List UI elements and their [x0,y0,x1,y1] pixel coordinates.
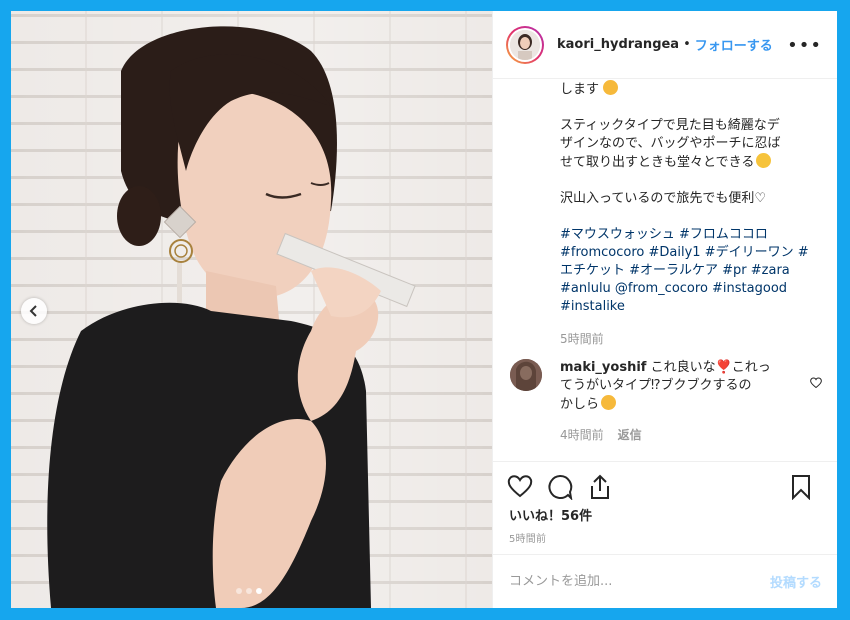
chevron-left-icon [29,305,37,317]
carousel-dot [246,588,252,594]
comment-input[interactable] [509,574,770,589]
comment-like-heart-icon[interactable] [810,373,822,392]
post-side-panel: kaori_hydrangea • フォローする ••• します スティックタイ… [492,11,837,608]
avatar-image [510,29,540,60]
carousel-dot [236,588,242,594]
comments-area[interactable]: します スティックタイプで見た目も綺麗なデ ザインなので、バッグやポーチに忍ば … [493,80,837,460]
star-eyes-emoji-icon [603,80,619,95]
post-username[interactable]: kaori_hydrangea [557,37,679,52]
commenter-username[interactable]: maki_yoshif [560,360,646,375]
heart-icon[interactable] [507,474,533,502]
post-timestamp: 5時間前 [509,534,547,545]
action-bar [493,461,837,509]
like-count[interactable]: いいね！56件 [509,505,592,524]
commenter-avatar[interactable] [510,359,542,391]
avatar[interactable] [506,25,544,64]
follow-button[interactable]: フォローする [695,35,773,54]
caption-timestamp: 5時間前 [560,332,604,346]
more-options-icon[interactable]: ••• [787,35,822,56]
comment-timestamp: 4時間前 [560,428,604,442]
separator-bullet: • [683,37,691,52]
comment-item: maki_yoshif これ良いな❣️これっ てうがいタイプ⁉︎ブクブクするの … [510,359,822,443]
hashtags[interactable]: #マウスウォッシュ #フロムココロ #fromcocoro #Daily1 #デ… [560,226,822,316]
post-photo[interactable] [11,11,492,608]
post-comment-button[interactable]: 投稿する [770,572,822,591]
comment-icon[interactable] [547,474,573,504]
carousel-dot-active [256,588,262,594]
comment-text: これ良いな❣️これっ [650,360,771,375]
post-modal: kaori_hydrangea • フォローする ••• します スティックタイ… [11,11,837,608]
photo-figure [47,26,416,608]
sunglasses-emoji-icon [756,153,772,168]
share-icon[interactable] [588,474,612,504]
post-header: kaori_hydrangea • フォローする ••• [493,11,837,79]
comment-form: 投稿する [493,554,837,608]
thinking-emoji-icon [601,395,617,410]
post-caption: します スティックタイプで見た目も綺麗なデ ザインなので、バッグやポーチに忍ば … [560,80,822,348]
bookmark-icon[interactable] [790,474,812,504]
reply-button[interactable]: 返信 [618,426,642,443]
carousel-indicator [236,588,262,594]
carousel-prev-button[interactable] [21,298,47,324]
